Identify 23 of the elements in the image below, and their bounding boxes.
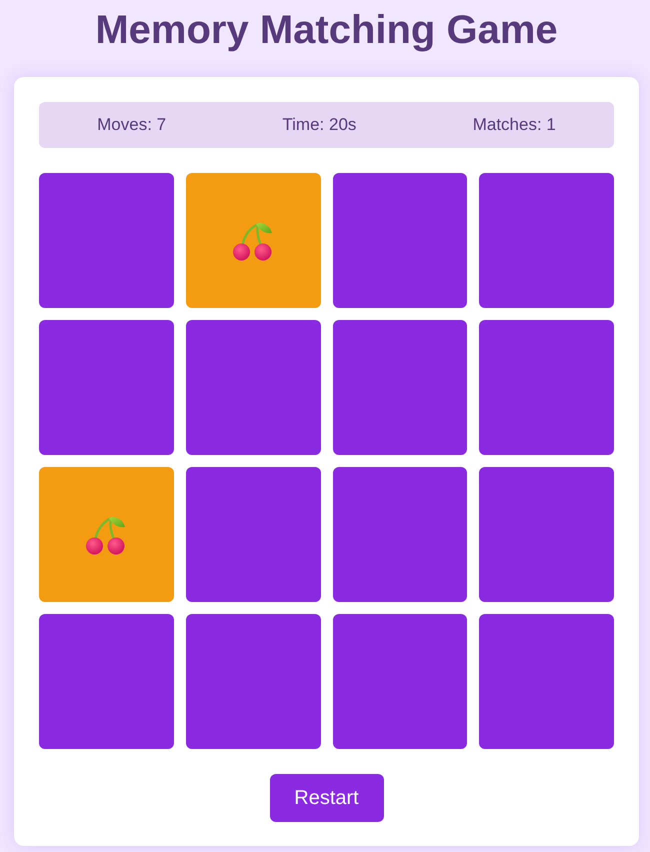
face-up-card[interactable] (39, 467, 174, 602)
face-down-card[interactable] (39, 614, 174, 749)
page-title: Memory Matching Game (94, 7, 559, 53)
stat-text: Moves: 7 (97, 115, 166, 135)
face-down-card[interactable] (479, 467, 614, 602)
face-down-card[interactable] (186, 320, 320, 455)
cherry-icon (85, 514, 128, 554)
restart-button[interactable]: Restart (270, 774, 384, 822)
face-down-card[interactable] (332, 320, 468, 455)
face-down-card[interactable] (39, 320, 174, 455)
face-down-card[interactable] (479, 173, 614, 308)
face-down-card[interactable] (186, 467, 320, 602)
face-down-card[interactable] (479, 320, 614, 455)
face-down-card[interactable] (479, 614, 614, 749)
cherry-icon (232, 220, 274, 260)
stat-text: Time: 20s (282, 115, 356, 135)
face-down-card[interactable] (332, 614, 468, 749)
stat-text: Matches: 1 (472, 115, 556, 135)
face-down-card[interactable] (332, 467, 468, 602)
face-down-card[interactable] (186, 614, 320, 749)
face-down-card[interactable] (332, 173, 468, 308)
face-down-card[interactable] (39, 173, 174, 308)
face-up-card[interactable] (186, 173, 320, 308)
